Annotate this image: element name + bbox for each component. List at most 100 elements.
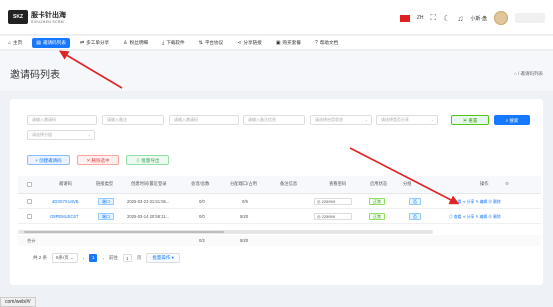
status-tag: 正常 <box>369 213 385 220</box>
placeholder: 请输入邀请码 <box>32 117 56 122</box>
chevron-down-icon: ⌄ <box>87 132 91 137</box>
nav-buy[interactable]: ▣ 购买套餐 <box>272 38 305 48</box>
goto-input[interactable]: 1 <box>122 254 132 262</box>
theme-moon-icon[interactable]: ☾ <box>443 14 450 23</box>
col-note: 备注信息 <box>280 181 298 186</box>
share-select[interactable]: 请选择是否分享 ⌄ <box>376 115 438 125</box>
pagination: 共 2 条 5条/页 ⌄ ‹ 1 › 前往 1 页 批量操作 ▾ <box>33 253 180 263</box>
nav-help[interactable]: ? 帮助文档 <box>311 38 342 48</box>
next-page-button[interactable]: › <box>102 256 104 261</box>
nav-download[interactable]: ⤓ 下载软件 <box>158 38 189 48</box>
sessions: 0/0 <box>199 199 205 204</box>
header-tools: ZH ⛶ ☾ ♫ 小斯·盘 <box>399 11 545 25</box>
cart-icon: ▣ <box>275 39 281 46</box>
ports: 0/9 <box>242 199 248 204</box>
batch-operation-button[interactable]: 批量操作 ▾ <box>146 253 180 263</box>
col-password: 查看密码 <box>329 181 347 186</box>
settings-icon[interactable]: ⚙ <box>505 181 509 187</box>
select-all-checkbox[interactable] <box>27 182 32 187</box>
remark-input[interactable]: 请输入备注 <box>102 115 164 125</box>
type-tag: 端口 <box>98 213 114 220</box>
search-button[interactable]: ⌕ 搜索 <box>494 115 530 125</box>
note-input[interactable]: 请输入备注信息 <box>243 115 305 125</box>
scroll-thumb[interactable] <box>24 231 224 233</box>
nav-label: 分享链接 <box>243 39 262 45</box>
row-checkbox[interactable] <box>27 199 32 204</box>
share-tag: 否 <box>409 198 421 205</box>
create-time: 2025-03-14 20:58:11... <box>127 214 170 219</box>
page-size-value: 5条/页 <box>56 255 69 260</box>
page-size-select[interactable]: 5条/页 ⌄ <box>52 253 78 263</box>
main-nav: ⌂ 主页 ▤ 邀请码列表 ⇄ 多工单分享 ♙ 粉丝明细 ⤓ 下载软件 ⇅ 平台协议 ⋖ 分享链… <box>0 36 553 50</box>
page-1-button[interactable]: 1 <box>89 254 98 262</box>
nav-home[interactable]: ⌂ 主页 <box>4 38 26 48</box>
nav-share-link[interactable]: ⋖ 分享链接 <box>233 38 266 48</box>
chevron-down-icon: ⌄ <box>364 117 368 122</box>
title-band <box>0 51 553 91</box>
nav-fans[interactable]: ♙ 粉丝明细 <box>119 38 152 48</box>
row-actions[interactable]: ◎ 查看 ⋖ 分享 ✎ 编辑 ⊘ 删除 <box>449 214 501 220</box>
nav-label: 帮助文档 <box>319 39 339 45</box>
search-label: 搜索 <box>509 118 519 123</box>
china-flag-icon[interactable] <box>399 14 410 22</box>
col-sessions: 会话/总数 <box>191 181 210 186</box>
placeholder: 请输入备注信息 <box>248 117 276 122</box>
table-row: G8PEMUSC6T 端口 2025-03-14 20:58:11... 0/0… <box>18 210 541 224</box>
fullscreen-icon[interactable]: ⛶ <box>431 13 437 23</box>
password-field[interactable]: ◎ 225959 <box>314 213 352 220</box>
status-tag: 正常 <box>369 198 385 205</box>
batch-export-button[interactable]: ⇩ 批量导出 <box>126 155 169 165</box>
create-invite-button[interactable]: + 创建邀请码 <box>27 155 70 165</box>
status-select[interactable]: 请选择启用状态 ⌄ <box>310 115 372 125</box>
brand-cn: 服卡针出海 <box>31 12 66 19</box>
sum-sessions: 0/2 <box>199 238 205 243</box>
col-ports: 分配端口/占用 <box>230 181 257 186</box>
invite-code[interactable]: G8PEMUSC6T <box>50 214 78 219</box>
password-value: 225959 <box>321 214 335 219</box>
nav-label: 邀请码列表 <box>42 39 66 45</box>
share-tag: 否 <box>409 213 421 220</box>
row-checkbox[interactable] <box>27 214 32 219</box>
page-title: 邀请码列表 <box>10 70 60 81</box>
language-selector[interactable]: ZH <box>417 15 424 21</box>
table-header: 邀请码 链接类型 创建时间/最近登录 会话/总数 分配端口/占用 备注信息 查看… <box>18 176 541 194</box>
horizontal-scrollbar[interactable] <box>18 230 433 234</box>
top-header: SKZ 服卡针出海 SIXUZHEN SCRM ZH ⛶ ☾ ♫ 小斯·盘 <box>0 0 553 35</box>
nav-platform[interactable]: ⇅ 平台协议 <box>195 38 228 48</box>
group-select[interactable]: 请选择分组 ⌄ <box>27 130 95 140</box>
brand-logo[interactable]: SKZ <box>8 10 28 24</box>
invite-code[interactable]: 4DX57XU4VB <box>52 199 79 204</box>
nav-label: 下载软件 <box>166 39 185 45</box>
list-icon: ▤ <box>36 39 41 46</box>
placeholder: 请输入备注 <box>107 117 127 122</box>
reset-button[interactable]: ▣ 重置 <box>451 115 489 125</box>
user-name[interactable]: 小斯·盘 <box>470 15 487 22</box>
code-input[interactable]: 请输入邀请码 <box>169 115 239 125</box>
breadcrumb[interactable]: ⌂ / 邀请码列表 <box>514 71 543 77</box>
summary-row: 合计 0/2 50/0 <box>18 235 541 246</box>
sessions: 0/0 <box>199 214 205 219</box>
prev-page-button[interactable]: ‹ <box>83 256 85 261</box>
status-url: com/web/#/ <box>0 297 36 307</box>
bell-icon[interactable]: ♫ <box>457 14 463 23</box>
nav-label: 平台协议 <box>204 39 224 45</box>
ports: 50/0 <box>240 214 249 219</box>
password-value: 225959 <box>321 199 335 204</box>
nav-label: 多工单分享 <box>86 39 110 45</box>
invite-code-input[interactable]: 请输入邀请码 <box>27 115 97 125</box>
platform-icon: ⇅ <box>198 39 203 46</box>
create-time: 2025-03-23 01:51:55... <box>127 199 170 204</box>
brand-name: 服卡针出海 SIXUZHEN SCRM <box>31 10 66 24</box>
nav-label: 粉丝明细 <box>129 39 149 45</box>
nav-invite-codes[interactable]: ▤ 邀请码列表 <box>32 37 70 48</box>
sum-ports: 50/0 <box>240 238 249 243</box>
placeholder: 请选择是否分享 <box>381 117 409 122</box>
row-actions[interactable]: ◎ 查看 ⋖ 分享 ✎ 编辑 ⊘ 删除 <box>449 199 501 205</box>
nav-label: 购买套餐 <box>282 39 301 45</box>
avatar[interactable] <box>494 11 508 25</box>
delete-selected-button[interactable]: ✕ 删除选中 <box>77 155 119 165</box>
password-field[interactable]: ◎ 225959 <box>314 198 352 205</box>
col-code: 邀请码 <box>59 181 72 186</box>
nav-multi-share[interactable]: ⇄ 多工单分享 <box>76 38 113 48</box>
share-link-icon: ⋖ <box>237 39 242 46</box>
